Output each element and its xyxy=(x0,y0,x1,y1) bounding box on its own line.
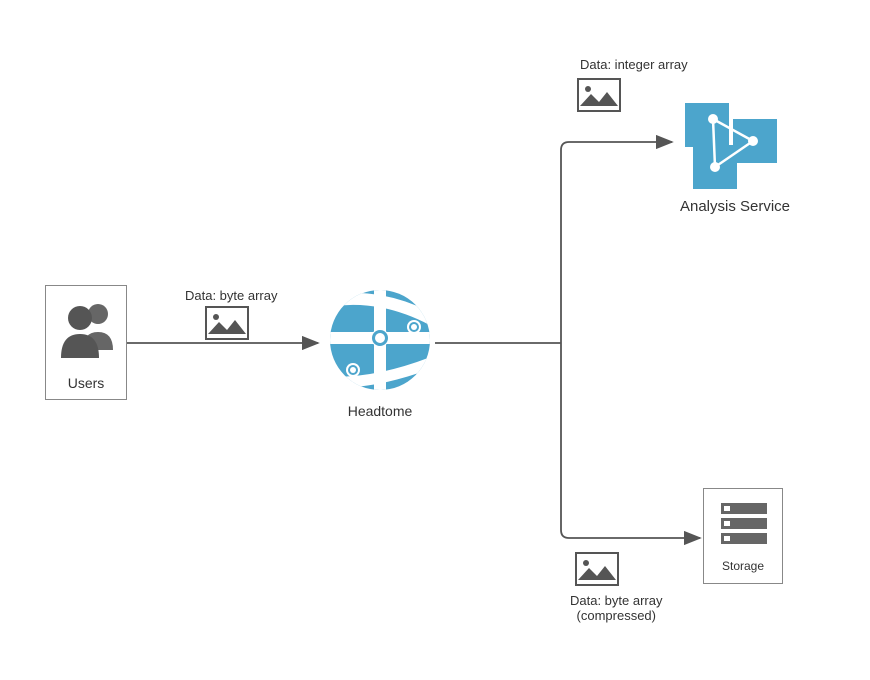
image-icon xyxy=(205,306,249,340)
connectors xyxy=(0,0,870,680)
edge-label-byte: Data: byte array xyxy=(185,288,278,303)
image-icon xyxy=(577,78,621,112)
edge-to-analysis xyxy=(561,142,672,343)
edge-label-compressed: Data: byte array (compressed) xyxy=(570,593,663,623)
edge-label-integer: Data: integer array xyxy=(580,57,688,72)
image-icon xyxy=(575,552,619,586)
architecture-diagram: Users xyxy=(0,0,870,680)
edge-to-storage xyxy=(561,343,700,538)
